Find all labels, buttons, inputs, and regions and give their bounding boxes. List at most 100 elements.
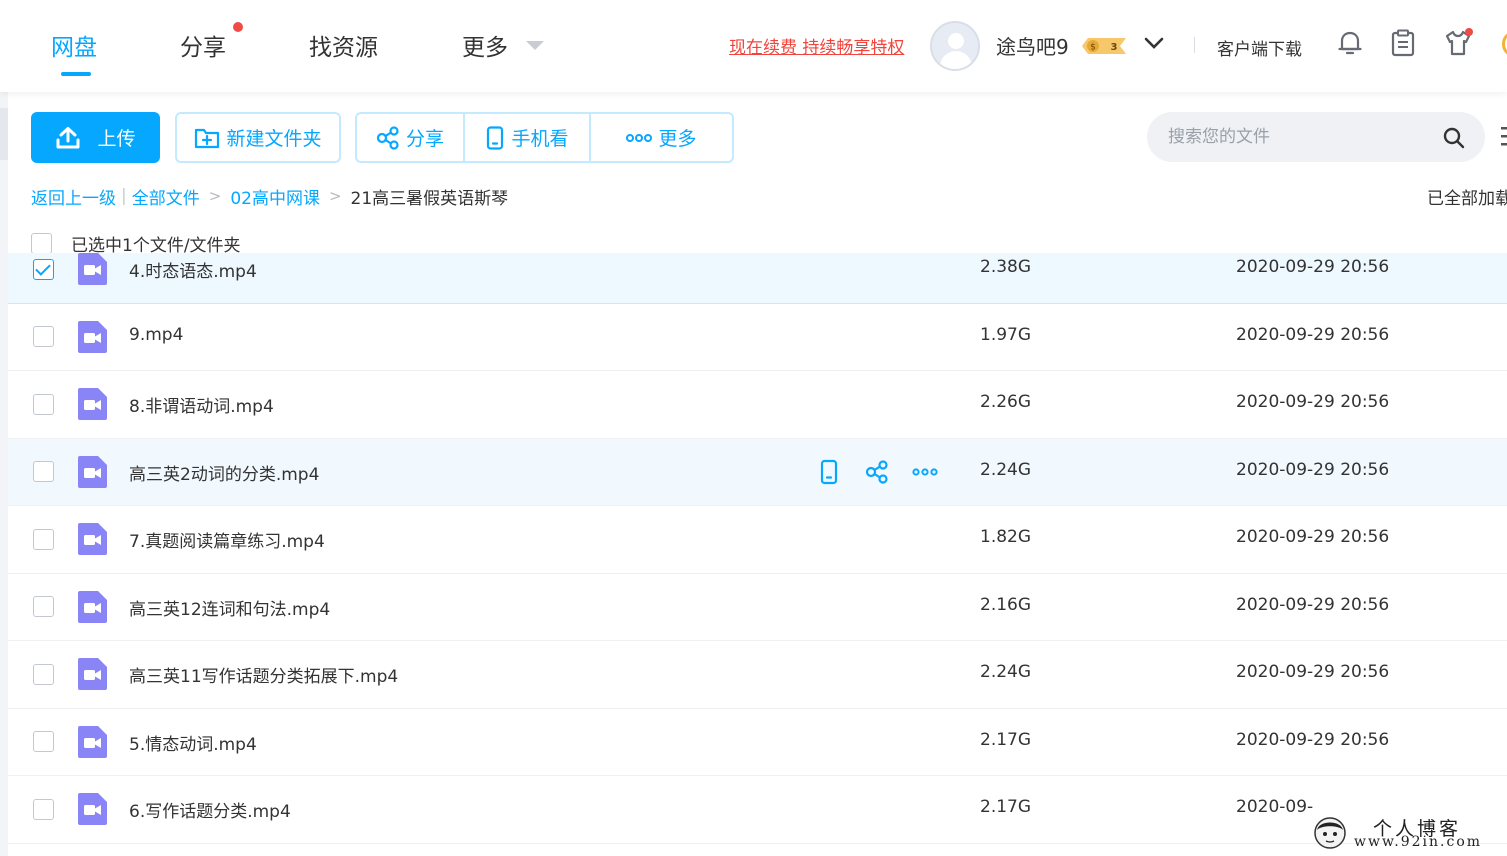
breadcrumb: 返回上一级 | 全部文件 > 02高中网课 > 21高三暑假英语斯琴 [31,184,508,209]
file-checkbox[interactable] [33,393,54,415]
watermark: 个人博客 www.92in.com [1313,812,1503,854]
sidebar-edge-highlight [0,108,8,160]
avatar[interactable] [930,21,980,71]
file-checkbox[interactable] [33,528,54,550]
load-status-text: 已全部加载 [1427,189,1507,209]
divider [1194,37,1195,53]
file-name[interactable]: 7.真题阅读篇章练习.mp4 [129,527,325,552]
file-checkbox[interactable] [33,461,54,483]
notification-dot [1465,28,1473,36]
file-row[interactable]: 8.非谓语动词.mp4 2.26G 2020-09-29 20:56 [8,371,1507,439]
list-view-icon[interactable] [1499,124,1507,148]
file-checkbox[interactable] [33,596,54,618]
video-file-icon [78,455,107,488]
tab-share[interactable]: 分享 [180,28,226,62]
file-date: 2020-09-29 20:56 [1236,527,1390,548]
video-file-icon [78,725,107,758]
file-row[interactable]: 高三英11写作话题分类拓展下.mp4 2.24G 2020-09-29 20:56 [8,641,1507,709]
renew-vip-link[interactable]: 现在续费 持续畅享特权 [729,33,904,58]
caret-down-icon[interactable] [526,41,544,50]
breadcrumb-item-all-files[interactable]: 全部文件 [132,184,200,209]
file-size: 2.24G [980,662,1032,683]
file-row[interactable]: 6.写作话题分类.mp4 2.17G 2020-09- [8,776,1507,844]
breadcrumb-chevron-icon: > [328,187,342,205]
svg-text:3: 3 [1111,42,1118,53]
watch-on-phone-button[interactable]: 手机看 [463,114,589,161]
file-checkbox[interactable] [33,326,54,348]
file-name[interactable]: 高三英11写作话题分类拓展下.mp4 [129,662,398,687]
new-folder-icon [195,128,220,148]
file-size: 1.97G [980,324,1032,345]
clipboard-icon[interactable] [1389,28,1417,58]
more-label: 更多 [658,128,697,150]
file-date: 2020-09-29 20:56 [1236,594,1390,615]
share-icon[interactable] [864,459,890,485]
client-download-link[interactable]: 客户端下载 [1217,35,1302,60]
file-date: 2020-09-29 20:56 [1236,257,1390,278]
bell-icon[interactable] [1336,28,1364,58]
username[interactable]: 途鸟吧9 [996,31,1069,60]
file-row[interactable]: 9.mp4 1.97G 2020-09-29 20:56 [8,303,1507,371]
file-size: 2.17G [980,729,1032,750]
vip-badge-icon: $ 3 [1082,38,1126,54]
tab-find-resources[interactable]: 找资源 [309,28,378,62]
video-file-icon [78,388,107,421]
row-actions [816,459,938,485]
file-row[interactable]: 5.情态动词.mp4 2.17G 2020-09-29 20:56 [8,708,1507,776]
search-input[interactable] [1168,124,1428,150]
top-navigation-bar: 网盘 分享 找资源 更多 现在续费 持续畅享特权 途鸟吧9 $ 3 客户端下载 [0,0,1507,92]
phone-icon [487,125,504,150]
sidebar-edge [0,92,8,856]
action-button-group: 分享 手机看 更多 [355,112,734,163]
svg-text:$: $ [1090,43,1096,53]
file-date: 2020-09-29 20:56 [1236,729,1390,750]
file-name[interactable]: 高三英12连词和句法.mp4 [129,595,330,620]
more-dots-icon[interactable] [912,459,938,485]
chevron-down-icon[interactable] [1143,33,1165,53]
upload-icon [56,126,80,148]
video-file-icon [78,253,107,286]
breadcrumb-item-folder[interactable]: 02高中网课 [230,184,320,209]
file-checkbox[interactable] [33,258,54,280]
search-box [1147,112,1485,162]
notification-dot [233,22,243,32]
file-size: 2.38G [980,257,1032,278]
share-label: 分享 [405,128,444,150]
breadcrumb-chevron-icon: > [208,187,222,205]
active-tab-indicator [61,72,91,76]
new-folder-button[interactable]: 新建文件夹 [175,112,341,163]
new-folder-label: 新建文件夹 [226,128,322,150]
selection-count-text: 已选中1个文件/文件夹 [71,235,241,256]
select-all-checkbox[interactable] [31,232,52,254]
file-date: 2020-09-29 20:56 [1236,459,1390,480]
file-checkbox[interactable] [33,731,54,753]
tab-more[interactable]: 更多 [462,28,508,62]
search-icon[interactable] [1442,126,1466,150]
file-checkbox[interactable] [33,663,54,685]
tab-netdisk[interactable]: 网盘 [51,28,97,62]
file-row[interactable]: 高三英12连词和句法.mp4 2.16G 2020-09-29 20:56 [8,573,1507,641]
file-name[interactable]: 8.非谓语动词.mp4 [129,392,274,417]
file-date: 2020-09-29 20:56 [1236,662,1390,683]
file-name[interactable]: 6.写作话题分类.mp4 [129,797,291,822]
file-size: 1.82G [980,527,1032,548]
file-row[interactable]: 7.真题阅读篇章练习.mp4 1.82G 2020-09-29 20:56 [8,506,1507,574]
file-checkbox[interactable] [33,798,54,820]
more-actions-button[interactable]: 更多 [589,114,732,161]
file-row[interactable]: 高三英2动词的分类.mp4 2.24G 2020-09-29 20:56 [8,438,1507,506]
file-name[interactable]: 4.时态语态.mp4 [129,257,257,282]
file-date: 2020-09-29 20:56 [1236,324,1390,345]
share-button[interactable]: 分享 [357,114,463,161]
upload-label: 上传 [97,128,136,150]
file-name[interactable]: 9.mp4 [129,325,183,345]
video-file-icon [78,523,107,556]
file-name[interactable]: 高三英2动词的分类.mp4 [129,460,319,485]
file-name[interactable]: 5.情态动词.mp4 [129,730,257,755]
phone-icon[interactable] [816,459,842,485]
coin-icon[interactable] [1502,32,1507,56]
file-row[interactable]: 4.时态语态.mp4 2.38G 2020-09-29 20:56 [8,253,1507,304]
upload-button[interactable]: 上传 [31,112,160,163]
file-size: 2.24G [980,459,1032,480]
video-file-icon [78,590,107,623]
breadcrumb-back-link[interactable]: 返回上一级 [31,184,116,209]
